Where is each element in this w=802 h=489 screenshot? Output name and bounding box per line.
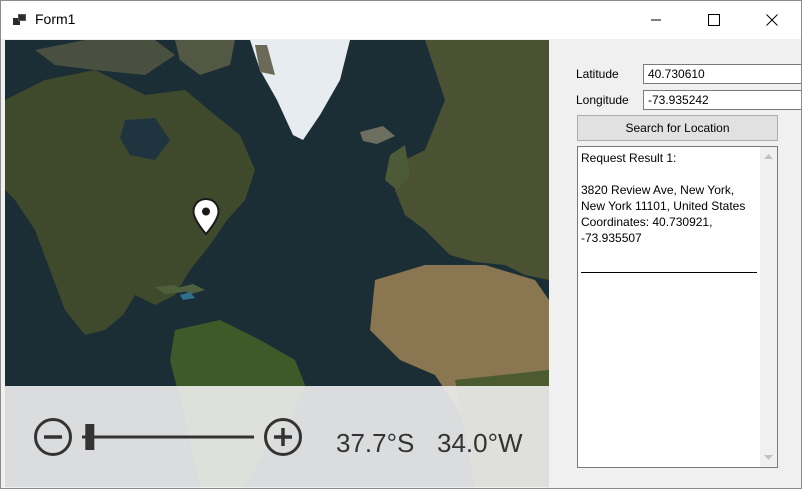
result-text: Request Result 1: 3820 Review Ave, New Y… [581,151,746,245]
map-pin-icon[interactable] [192,198,220,236]
map-overlay-panel: 37.7°S 34.0°W [5,386,549,487]
center-latitude-readout: 37.7°S [336,428,415,458]
vertical-scrollbar[interactable] [760,147,777,467]
zoom-slider-thumb[interactable] [85,424,95,450]
window-title: Form1 [35,11,76,27]
latitude-input[interactable]: 40.730610 [643,64,801,84]
zoom-out-button[interactable] [33,417,73,457]
maximize-icon [708,14,720,26]
title-bar[interactable]: Form1 [1,1,801,39]
longitude-input[interactable]: -73.935242 [643,90,801,110]
main-window: Form1 37.7°S 34.0°W Latitude 40.730610 L… [0,0,802,489]
latitude-label: Latitude [576,67,619,81]
zoom-in-button[interactable] [263,417,303,457]
close-icon [766,14,778,26]
center-longitude-readout: 34.0°W [437,428,523,458]
zoom-slider[interactable] [79,422,257,452]
scroll-down-icon[interactable] [763,453,774,463]
map-view[interactable]: 37.7°S 34.0°W [5,40,549,487]
close-button[interactable] [743,1,801,39]
app-icon [13,14,26,25]
longitude-label: Longitude [576,93,629,107]
result-textbox[interactable]: Request Result 1: 3820 Review Ave, New Y… [577,146,778,468]
search-location-button[interactable]: Search for Location [577,115,778,141]
scroll-up-icon[interactable] [763,151,774,161]
result-separator [581,272,757,273]
minimize-icon [651,19,661,21]
maximize-button[interactable] [685,1,743,39]
minimize-button[interactable] [627,1,685,39]
